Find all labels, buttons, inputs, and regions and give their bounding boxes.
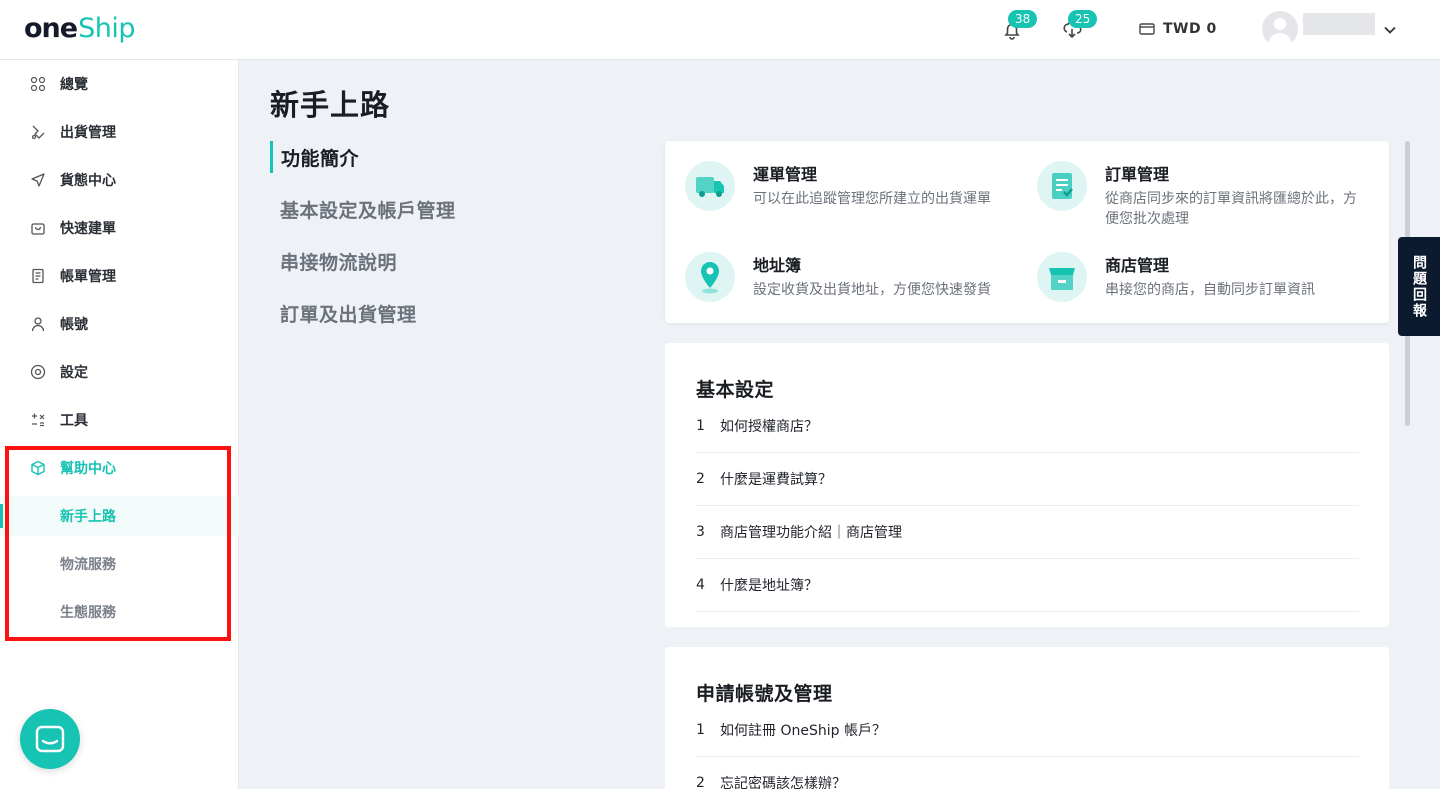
chat-button[interactable] [20, 709, 80, 769]
faq-text: 什麼是運費試算？ [720, 472, 832, 488]
sidebar: 總覽 出貨管理 貨態中心 快速建單 帳單管理 帳號 設定 工具 幫助中心 新手上… [0, 60, 239, 789]
notifications-button[interactable]: 38 [1000, 10, 1038, 42]
username-placeholder[interactable] [1303, 13, 1375, 35]
faq-text: 如何註冊 OneShip 帳戶？ [720, 723, 886, 739]
sidebar-item-label: 幫助中心 [60, 461, 116, 477]
notifications-badge: 38 [1008, 10, 1038, 28]
sidebar-item-shipments[interactable]: 出貨管理 [0, 112, 239, 152]
wallet-icon [1139, 23, 1155, 35]
faq-number: 4 [696, 577, 705, 593]
faq-item[interactable]: 3 商店管理功能介紹｜商店管理 [696, 506, 1359, 559]
truck-icon [685, 161, 735, 211]
feature-title: 地址簿 [753, 256, 802, 275]
chat-icon [35, 725, 65, 753]
faq-number: 1 [696, 418, 705, 434]
sidebar-item-help-center[interactable]: 幫助中心 [0, 448, 239, 488]
card-title: 基本設定 [696, 379, 775, 401]
feature-title: 運單管理 [753, 165, 818, 184]
sidebar-item-account[interactable]: 帳號 [0, 304, 239, 344]
sidebar-subitem-ecosystem[interactable]: 生態服務 [0, 592, 239, 632]
sidebar-item-tracking[interactable]: 貨態中心 [0, 160, 239, 200]
sidebar-item-label: 帳號 [60, 317, 88, 333]
wallet-amount: TWD 0 [1163, 21, 1217, 37]
logo-one: one [24, 13, 78, 44]
sidebar-item-label: 總覽 [60, 77, 88, 93]
downloads-badge: 25 [1068, 10, 1098, 28]
sidebar-item-quick-order[interactable]: 快速建單 [0, 208, 239, 248]
faq-text: 如何授權商店？ [720, 419, 818, 435]
faq-number: 1 [696, 722, 705, 738]
location-pin-icon [685, 252, 735, 302]
sidebar-item-overview[interactable]: 總覽 [0, 64, 239, 104]
sidebar-item-label: 工具 [60, 413, 88, 429]
faq-text: 什麼是地址簿？ [720, 578, 818, 594]
send-icon [31, 173, 45, 187]
bag-icon [31, 223, 45, 235]
faq-number: 3 [696, 524, 705, 540]
box-icon [31, 460, 45, 476]
chevron-down-icon[interactable] [1382, 22, 1398, 38]
section-link-logistics[interactable]: 串接物流說明 [270, 245, 630, 277]
bill-icon [32, 268, 44, 284]
faq-item[interactable]: 1 如何授權商店？ [696, 400, 1359, 453]
faq-item[interactable]: 4 什麼是地址簿？ [696, 559, 1359, 612]
feature-title: 商店管理 [1105, 256, 1170, 275]
faq-item[interactable]: 1 如何註冊 OneShip 帳戶？ [696, 704, 1359, 757]
feature-desc: 可以在此追蹤管理您所建立的出貨運單 [753, 191, 991, 207]
card-title: 申請帳號及管理 [696, 683, 833, 705]
feedback-button[interactable]: 問題回報 [1398, 237, 1440, 336]
feature-title: 訂單管理 [1105, 165, 1170, 184]
feature-desc: 設定收貨及出貨地址，方便您快速發貨 [753, 282, 991, 298]
section-link-basic-settings[interactable]: 基本設定及帳戶管理 [270, 193, 630, 225]
section-link-orders[interactable]: 訂單及出貨管理 [270, 297, 630, 329]
logo-ship: Ship [78, 13, 135, 44]
sidebar-subitem-getting-started[interactable]: 新手上路 [0, 496, 239, 536]
downloads-button[interactable]: 25 [1060, 10, 1098, 42]
sidebar-subitem-label: 生態服務 [60, 605, 116, 621]
grid-icon [30, 76, 46, 92]
sidebar-item-settings[interactable]: 設定 [0, 352, 239, 392]
account-management-card: 申請帳號及管理 1 如何註冊 OneShip 帳戶？ 2 忘記密碼該怎樣辦？ [665, 647, 1389, 789]
faq-item[interactable]: 2 什麼是運費試算？ [696, 453, 1359, 506]
sidebar-item-label: 快速建單 [60, 221, 116, 237]
faq-number: 2 [696, 775, 705, 789]
avatar[interactable] [1262, 11, 1298, 47]
wallet-balance[interactable]: TWD 0 [1139, 21, 1217, 37]
faq-item[interactable]: 2 忘記密碼該怎樣辦？ [696, 757, 1359, 789]
section-link-features[interactable]: 功能簡介 [270, 141, 630, 173]
feature-desc: 串接您的商店，自動同步訂單資訊 [1105, 282, 1315, 298]
sidebar-subitem-logistics[interactable]: 物流服務 [0, 544, 239, 584]
faq-text: 商店管理功能介紹｜商店管理 [720, 525, 902, 541]
basic-settings-card: 基本設定 1 如何授權商店？ 2 什麼是運費試算？ 3 商店管理功能介紹｜商店管理 4… [665, 343, 1389, 627]
feedback-label: 問題回報 [1411, 254, 1427, 319]
oneship-logo[interactable]: one Ship [24, 13, 135, 45]
sidebar-item-label: 帳單管理 [60, 269, 116, 285]
shipment-icon [31, 125, 45, 140]
sidebar-subitem-label: 物流服務 [60, 557, 116, 573]
store-icon [1037, 252, 1087, 302]
sidebar-item-tools[interactable]: 工具 [0, 400, 239, 440]
sidebar-item-billing[interactable]: 帳單管理 [0, 256, 239, 296]
tools-icon [32, 413, 45, 427]
settings-icon [30, 364, 46, 380]
feature-desc: 從商店同步來的訂單資訊將匯總於此，方便您批次處理 [1105, 191, 1357, 227]
faq-text: 忘記密碼該怎樣辦？ [720, 776, 846, 789]
sidebar-subitem-label: 新手上路 [60, 509, 116, 525]
feature-overview-card: 運單管理 可以在此追蹤管理您所建立的出貨運單 訂單管理 從商店同步來的訂單資訊將… [665, 141, 1389, 323]
sidebar-item-label: 出貨管理 [60, 125, 116, 141]
user-icon [31, 317, 45, 332]
faq-number: 2 [696, 471, 705, 487]
sidebar-item-label: 設定 [60, 365, 88, 381]
sidebar-item-label: 貨態中心 [60, 173, 116, 189]
top-header: one Ship 38 25 TWD 0 [0, 0, 1440, 60]
order-icon [1037, 161, 1087, 211]
page-title: 新手上路 [270, 88, 391, 122]
